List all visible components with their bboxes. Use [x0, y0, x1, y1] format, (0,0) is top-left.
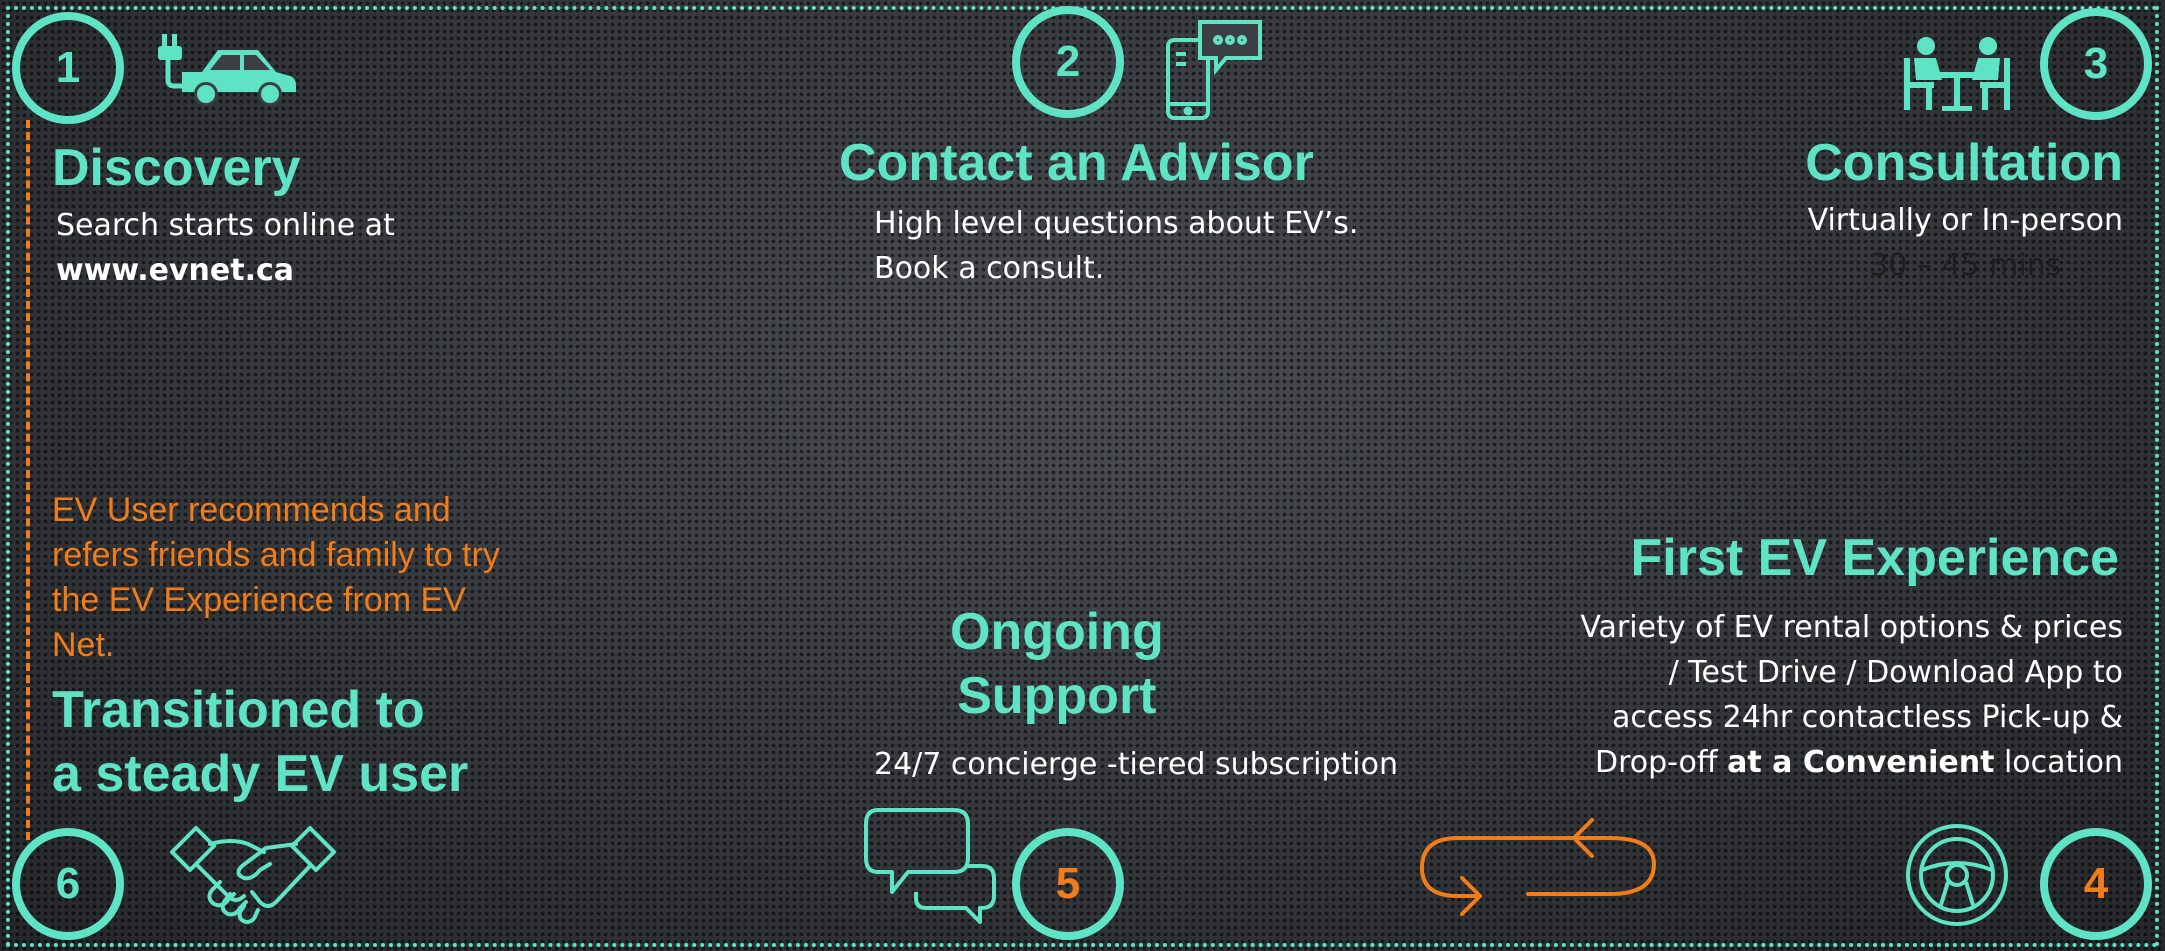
handshake-icon — [170, 826, 336, 924]
step-2-line1: High level questions about EV’s. — [874, 206, 1359, 241]
step-4-description: Variety of EV rental options & prices / … — [1580, 605, 2123, 785]
step-5-badge: 5 — [1012, 828, 1124, 940]
frame-border-bottom — [6, 943, 2159, 947]
step-1-badge: 1 — [12, 12, 124, 124]
loop-arrows-icon — [1420, 818, 1656, 916]
step-3-line1: Virtually or In-person — [1807, 203, 2123, 238]
step-4-title: First EV Experience — [1630, 529, 2119, 587]
step-6-number: 6 — [55, 859, 81, 908]
referral-line2: refers friends and family to try — [52, 536, 500, 574]
step-1-description: Search starts online at www.evnet.ca — [56, 203, 395, 293]
meeting-icon — [1904, 37, 2010, 111]
step-1-title: Discovery — [52, 139, 301, 197]
step-6-title: Transitioned to a steady EV user — [52, 678, 468, 806]
step-2-title: Contact an Advisor — [839, 134, 1314, 192]
step-5-description: 24/7 concierge -tiered subscription — [874, 747, 1398, 782]
step-2-line2: Book a consult. — [874, 251, 1105, 286]
step-4-badge: 4 — [2040, 828, 2152, 940]
step-4-line4-pre: Drop-off — [1595, 745, 1728, 780]
step-6-badge: 6 — [12, 828, 124, 940]
step-4-line4-bold: at a Convenient — [1727, 745, 1995, 780]
steering-wheel-icon — [1906, 824, 2008, 926]
step-4-line4: Drop-off at a Convenient location — [1580, 740, 2123, 785]
step-1-number: 1 — [55, 43, 81, 92]
electric-car-icon — [158, 34, 296, 106]
referral-line3: the EV Experience from EV — [52, 581, 466, 619]
step-2-description: High level questions about EV’s. Book a … — [874, 201, 1358, 291]
step-4-line1: Variety of EV rental options & prices — [1580, 610, 2123, 645]
step-4-number: 4 — [2083, 859, 2109, 908]
step-5-title-line2: Support — [957, 667, 1157, 725]
step-2-number: 2 — [1055, 37, 1081, 86]
referral-text: EV User recommends and refers friends an… — [52, 488, 500, 668]
frame-border-left — [6, 6, 10, 947]
step-5-title: Ongoing Support — [950, 600, 1164, 728]
step-4-line2: / Test Drive / Download App to — [1668, 655, 2123, 690]
step-5-title-line1: Ongoing — [950, 603, 1164, 661]
step-5-number: 5 — [1055, 859, 1081, 908]
step-2-badge: 2 — [1012, 6, 1124, 118]
step-3-description: Virtually or In-person 30 – 45 mins — [1808, 198, 2123, 288]
step-1-link[interactable]: www.evnet.ca — [56, 248, 395, 293]
step-3-title: Consultation — [1805, 134, 2123, 192]
referral-line4: Net. — [52, 626, 115, 664]
step-3-badge: 3 — [2040, 8, 2152, 120]
step-4-line3: access 24hr contactless Pick-up & — [1612, 700, 2123, 735]
chat-bubbles-icon — [864, 808, 996, 924]
referral-line1: EV User recommends and — [52, 491, 451, 529]
step-3-number: 3 — [2083, 39, 2109, 88]
step-1-line1: Search starts online at — [56, 208, 395, 243]
step-3-duration: 30 – 45 mins — [1869, 248, 2062, 283]
step-6-title-line2: a steady EV user — [52, 745, 469, 803]
frame-border-right — [2155, 6, 2159, 947]
phone-chat-icon — [1166, 20, 1262, 120]
step-4-line4-post: location — [1994, 745, 2123, 780]
referral-connector-line — [26, 120, 30, 840]
step-6-title-line1: Transitioned to — [52, 681, 425, 739]
